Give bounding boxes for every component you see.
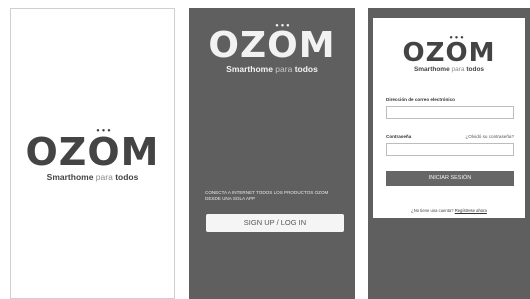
logo-tagline: Smarthome para todos xyxy=(226,64,318,74)
welcome-description: Conecta a internet todos los productos o… xyxy=(205,190,329,201)
ozom-logo: OZ ••• OM Smarthome para todos xyxy=(373,34,525,74)
logo-wordmark: OZ ••• OM xyxy=(402,34,496,68)
welcome-screen: OZ ••• OM Smarthome para todos Conecta a i… xyxy=(189,8,355,299)
splash-screen: OZ ••• OM Smarthome para todos xyxy=(10,8,175,299)
login-card: OZ ••• OM Smarthome para todos Dirección d… xyxy=(373,18,525,218)
signal-dots-icon: ••• xyxy=(95,127,113,135)
signup-login-button[interactable]: SIGN UP / LOG IN xyxy=(206,214,344,232)
email-field[interactable] xyxy=(386,106,514,119)
signal-dots-icon: ••• xyxy=(448,34,466,42)
logo-o-mark: ••• O xyxy=(87,127,121,174)
ozom-logo: OZ ••• OM Smarthome para todos xyxy=(189,22,355,74)
email-label: Dirección de correo electrónico xyxy=(386,97,455,102)
logo-tagline: Smarthome para todos xyxy=(46,172,139,182)
forgot-password-link[interactable]: ¿Olvidó su contraseña? xyxy=(465,134,514,139)
signal-dots-icon: ••• xyxy=(274,22,292,30)
login-button[interactable]: INICIAR SESIÓN xyxy=(386,171,514,186)
logo-letter-m: M xyxy=(120,130,160,174)
ozom-logo: OZ ••• OM Smarthome para todos xyxy=(11,127,174,182)
logo-o-mark: ••• O xyxy=(445,34,469,68)
logo-o-mark: ••• O xyxy=(267,22,299,66)
logo-letters-oz: OZ xyxy=(25,130,88,174)
logo-wordmark: OZ ••• OM xyxy=(11,127,174,174)
password-field[interactable] xyxy=(386,143,514,156)
register-prompt: ¿No tiene una cuenta? Regístrese ahora xyxy=(373,208,525,213)
register-link[interactable]: Regístrese ahora xyxy=(455,208,487,213)
register-text: ¿No tiene una cuenta? xyxy=(411,208,454,213)
logo-wordmark: OZ ••• OM xyxy=(208,22,336,66)
login-screen: OZ ••• OM Smarthome para todos Dirección d… xyxy=(368,8,530,299)
password-label: Contraseña xyxy=(386,134,412,139)
